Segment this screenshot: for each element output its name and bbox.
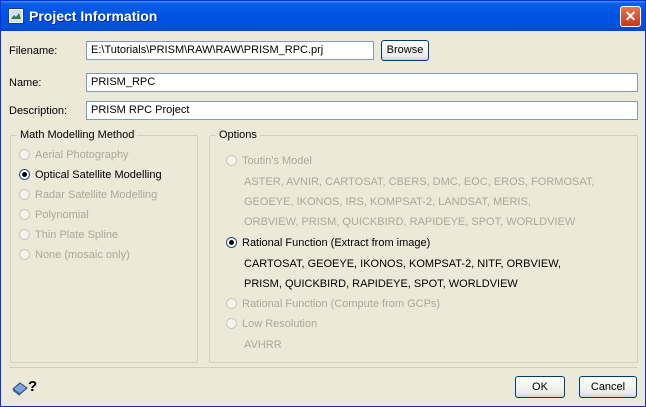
radio-none-mosaic[interactable]: None (mosaic only) — [19, 249, 130, 263]
radio-label: Rational Function (Extract from image) — [242, 237, 431, 249]
rational-sensors-line-2: PRISM, QUICKBIRD, RAPIDEYE, SPOT, WORLDV… — [244, 278, 518, 290]
radio-label: Thin Plate Spline — [35, 229, 119, 241]
rational-sensors-line-1: CARTOSAT, GEOEYE, IKONOS, KOMPSAT-2, NIT… — [244, 258, 562, 270]
window-title: Project Information — [29, 8, 158, 24]
radio-label: None (mosaic only) — [35, 249, 130, 261]
toutin-sensors-line-2: GEOEYE, IKONOS, IRS, KOMPSAT-2, LANDSAT,… — [244, 196, 531, 208]
radio-button — [19, 149, 30, 160]
radio-thin-plate-spline[interactable]: Thin Plate Spline — [19, 229, 118, 243]
radio-button — [19, 189, 30, 200]
title-bar: Project Information ✕ — [1, 1, 645, 31]
radio-rational-gcp[interactable]: Rational Function (Compute from GCPs) — [226, 298, 440, 312]
radio-button — [226, 237, 237, 248]
help-icon[interactable]: ? — [11, 375, 39, 397]
radio-label: Radar Satellite Modelling — [35, 189, 158, 201]
toutin-sensors-line-3: ORBVIEW, PRISM, QUICKBIRD, RAPIDEYE, SPO… — [244, 216, 576, 228]
filename-field[interactable]: E:\Tutorials\PRISM\RAW\RAW\PRISM_RPC.prj — [86, 41, 374, 60]
options-title: Options — [216, 129, 260, 141]
radio-label: Polynomial — [35, 209, 89, 221]
browse-button[interactable]: Browse — [381, 40, 429, 61]
filename-label: Filename: — [9, 45, 58, 57]
radio-button — [19, 169, 30, 180]
radio-low-resolution[interactable]: Low Resolution — [226, 318, 317, 332]
close-icon[interactable]: ✕ — [620, 6, 641, 27]
radio-polynomial[interactable]: Polynomial — [19, 209, 89, 223]
description-field[interactable]: PRISM RPC Project — [86, 101, 638, 120]
math-modelling-title: Math Modelling Method — [17, 129, 138, 141]
cancel-button[interactable]: Cancel — [579, 376, 637, 398]
radio-button — [226, 155, 237, 166]
math-modelling-group: Math Modelling Method Aerial Photography… — [10, 129, 198, 363]
radio-label: Low Resolution — [242, 318, 318, 330]
options-group: Options Toutin's Model ASTER, AVNIR, CAR… — [209, 129, 638, 363]
footer-divider — [9, 367, 637, 368]
radio-aerial-photography[interactable]: Aerial Photography — [19, 149, 129, 163]
radio-label: Toutin's Model — [242, 155, 312, 167]
toutin-sensors-line-1: ASTER, AVNIR, CARTOSAT, CBERS, DMC, EOC,… — [244, 176, 595, 188]
app-icon — [8, 8, 24, 24]
radio-button — [226, 298, 237, 309]
ok-button[interactable]: OK — [515, 376, 565, 398]
radio-label: Rational Function (Compute from GCPs) — [242, 298, 441, 310]
radio-toutin-model[interactable]: Toutin's Model — [226, 155, 312, 169]
svg-text:?: ? — [28, 378, 37, 395]
radio-button — [19, 249, 30, 260]
radio-button — [19, 229, 30, 240]
name-field[interactable]: PRISM_RPC — [86, 73, 638, 92]
radio-button — [19, 209, 30, 220]
radio-optical-satellite[interactable]: Optical Satellite Modelling — [19, 169, 162, 183]
radio-label: Optical Satellite Modelling — [35, 169, 162, 181]
project-information-dialog: Project Information ✕ Filename: E:\Tutor… — [0, 0, 646, 407]
name-label: Name: — [9, 77, 42, 89]
low-res-sensors: AVHRR — [244, 339, 282, 351]
radio-radar-satellite[interactable]: Radar Satellite Modelling — [19, 189, 157, 203]
radio-button — [226, 318, 237, 329]
description-label: Description: — [9, 105, 68, 117]
radio-rational-extract[interactable]: Rational Function (Extract from image) — [226, 237, 430, 251]
radio-label: Aerial Photography — [35, 149, 129, 161]
